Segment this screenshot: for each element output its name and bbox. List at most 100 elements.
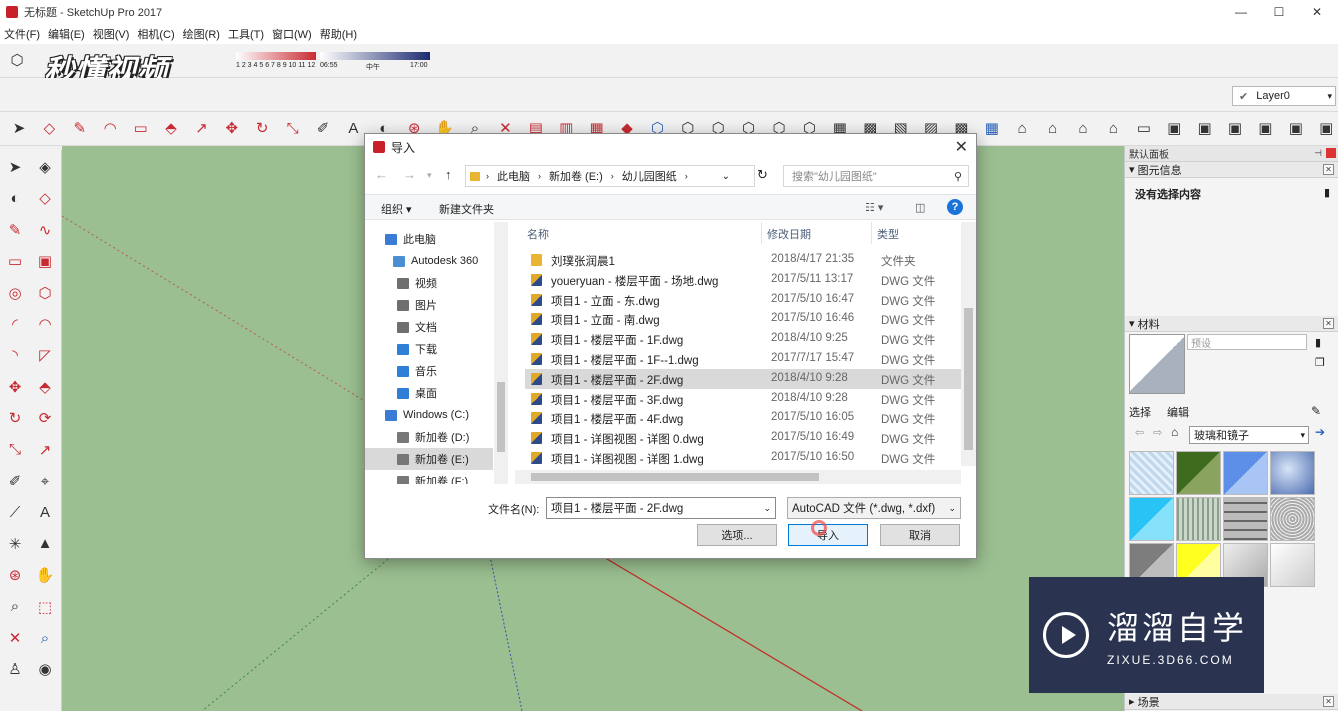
eyedropper-icon[interactable]: ✎ (1311, 404, 1321, 418)
material-swatch[interactable] (1223, 451, 1268, 495)
3d-text-tool-icon[interactable]: ▲ (34, 533, 56, 555)
move-tool-icon[interactable]: ✥ (4, 376, 26, 398)
materials-panel-header[interactable]: ▾ 材料 ✕ (1125, 316, 1338, 332)
nav-item[interactable]: Autodesk 360 (365, 250, 493, 272)
file-row[interactable]: 项目1 - 立面 - 东.dwg 2017/5/10 16:47 DWG 文件 (525, 290, 961, 310)
nav-item[interactable]: 视频 (365, 272, 493, 294)
search-input[interactable]: 搜索"幼儿园图纸" ⚲ (783, 165, 969, 187)
rotate-tool-icon[interactable]: ↻ (4, 407, 26, 429)
tape-measure-tool-icon[interactable]: ✐ (4, 470, 26, 492)
menu-item[interactable]: 工具(T) (224, 26, 268, 42)
file-row[interactable]: 项目1 - 详图视图 - 详图 0.dwg 2017/5/10 16:49 DWG … (525, 428, 961, 448)
push-pull-2-icon[interactable]: ⬘ (160, 117, 182, 139)
rectangle-tool-icon[interactable]: ▭ (4, 250, 26, 272)
menu-item[interactable]: 相机(C) (133, 26, 178, 42)
cancel-button[interactable]: 取消 (880, 524, 960, 546)
orbit-tool-icon[interactable]: ⊛ (4, 564, 26, 586)
menu-item[interactable]: 帮助(H) (316, 26, 361, 42)
chevron-down-icon[interactable]: ⌄ (763, 503, 771, 514)
file-list-vscroll[interactable] (961, 222, 976, 466)
tape-2-icon[interactable]: ✐ (312, 117, 334, 139)
view-options-icon[interactable]: ☷ ▾ (865, 201, 883, 214)
file-row[interactable]: 项目1 - 楼层平面 - 3F.dwg 2018/4/10 9:28 DWG 文件 (525, 389, 961, 409)
move-2-icon[interactable]: ✥ (221, 117, 243, 139)
arc-2-icon[interactable]: ◠ (99, 117, 121, 139)
filetype-select[interactable]: AutoCAD 文件 (*.dwg, *.dxf) ⌄ (787, 497, 961, 519)
dimension-tool-icon[interactable]: ⌖ (34, 470, 56, 492)
push-pull-tool-icon[interactable]: ⬘ (34, 376, 56, 398)
scenes-panel-header[interactable]: ▸ 场景 ✕ (1125, 694, 1338, 710)
layer-dropdown[interactable]: ✔ Layer0 ▾ (1232, 86, 1336, 106)
forward-arrow-icon[interactable]: → (403, 167, 416, 182)
entity-info-panel-header[interactable]: ▾ 图元信息 ✕ (1125, 162, 1338, 178)
eraser-2-icon[interactable]: ◇ (38, 117, 60, 139)
eraser-tool-icon[interactable]: ◇ (34, 187, 56, 209)
material-swatch[interactable] (1270, 543, 1315, 587)
month-slider-bar[interactable] (236, 52, 316, 60)
nav-item[interactable]: Windows (C:) (365, 404, 493, 426)
line-2-icon[interactable]: ✎ (69, 117, 91, 139)
rotated-rectangle-tool-icon[interactable]: ▣ (34, 250, 56, 272)
file-row[interactable]: youeryuan - 楼层平面 - 场地.dwg 2017/5/11 13:17… (525, 270, 961, 290)
column-header-date[interactable]: 修改日期 (767, 226, 811, 242)
breadcrumb-this-pc[interactable]: 此电脑 (497, 168, 530, 184)
menu-item[interactable]: 编辑(E) (44, 26, 89, 42)
house-2-icon[interactable]: ⌂ (1042, 117, 1064, 139)
sample-paint-icon[interactable]: ▮ (1315, 336, 1321, 349)
follow-me-tool-icon[interactable]: ⟳ (34, 407, 56, 429)
three-point-arc-tool-icon[interactable]: ◝ (4, 344, 26, 366)
column-header-type[interactable]: 类型 (877, 226, 899, 242)
zoom-window-tool-icon[interactable]: ⬚ (34, 596, 56, 618)
forward-arrow-icon[interactable]: ⇨ (1153, 426, 1162, 439)
menu-item[interactable]: 窗口(W) (268, 26, 316, 42)
pan-tool-icon[interactable]: ✋ (34, 564, 56, 586)
breadcrumb-folder[interactable]: 幼儿园图纸 (622, 168, 677, 184)
material-library-select[interactable]: 玻璃和镜子 ▾ (1189, 426, 1309, 444)
back-arrow-icon[interactable]: ← (375, 167, 388, 182)
close-icon[interactable]: ✕ (1323, 696, 1334, 707)
file-row[interactable]: 项目1 - 楼层平面 - 1F.dwg 2018/4/10 9:25 DWG 文件 (525, 329, 961, 349)
nav-item[interactable]: 新加卷 (D:) (365, 426, 493, 448)
hscroll-thumb[interactable] (531, 473, 819, 481)
house-3-icon[interactable]: ⌂ (1072, 117, 1094, 139)
filename-input[interactable]: 项目1 - 楼层平面 - 2F.dwg ⌄ (546, 497, 776, 519)
rotate-2-icon[interactable]: ↻ (251, 117, 273, 139)
file-list-hscroll[interactable] (515, 470, 961, 484)
nav-scrollbar-thumb[interactable] (497, 382, 505, 452)
up-arrow-icon[interactable]: ↑ (445, 167, 452, 182)
close-icon[interactable]: ✕ (1323, 318, 1334, 329)
offset-tool-icon[interactable]: ↗ (34, 439, 56, 461)
material-swatch[interactable] (1129, 497, 1174, 541)
component-tool-icon[interactable]: ◈ (34, 156, 56, 178)
back-arrow-icon[interactable]: ⇦ (1135, 426, 1144, 439)
nav-item[interactable]: 音乐 (365, 360, 493, 382)
menu-item[interactable]: 视图(V) (89, 26, 134, 42)
style-4-icon[interactable]: ▣ (1254, 117, 1276, 139)
material-swatch[interactable] (1129, 451, 1174, 495)
file-row[interactable]: 项目1 - 详图视图 - 详图 1.dwg 2017/5/10 16:50 DWG … (525, 448, 961, 468)
file-row[interactable]: 项目1 - 楼层平面 - 1F--1.dwg 2017/7/17 15:47 DWG… (525, 349, 961, 369)
info-toggle-icon[interactable]: ▮ (1324, 186, 1330, 199)
nav-item[interactable]: 桌面 (365, 382, 493, 404)
textured-icon[interactable]: ▦ (981, 117, 1003, 139)
time-slider-bar[interactable] (320, 52, 430, 60)
history-chevron-icon[interactable]: ▾ (427, 170, 432, 181)
look-around-tool-icon[interactable]: ◉ (34, 658, 56, 680)
file-row[interactable]: 刘璞张润晨1 2018/4/17 21:35 文件夹 (525, 250, 961, 270)
polygon-tool-icon[interactable]: ⬡ (34, 282, 56, 304)
organize-button[interactable]: 组织 ▾ (381, 201, 412, 217)
vscroll-thumb[interactable] (964, 308, 973, 450)
nav-item[interactable]: 新加卷 (E:) (365, 448, 493, 470)
material-swatch[interactable] (1270, 451, 1315, 495)
line-tool-icon[interactable]: ✎ (4, 219, 26, 241)
tab-edit[interactable]: 编辑 (1167, 404, 1189, 420)
house-5-icon[interactable]: ▭ (1133, 117, 1155, 139)
new-folder-button[interactable]: 新建文件夹 (439, 201, 494, 217)
help-icon[interactable]: ? (947, 199, 963, 215)
two-point-arc-tool-icon[interactable]: ◠ (34, 313, 56, 335)
tray-close-icon[interactable] (1326, 148, 1336, 158)
nav-item[interactable]: 新加卷 (F:) (365, 470, 493, 484)
style-1-icon[interactable]: ▣ (1163, 117, 1185, 139)
material-swatch[interactable] (1176, 497, 1221, 541)
shape-icon[interactable]: ▭ (130, 117, 152, 139)
